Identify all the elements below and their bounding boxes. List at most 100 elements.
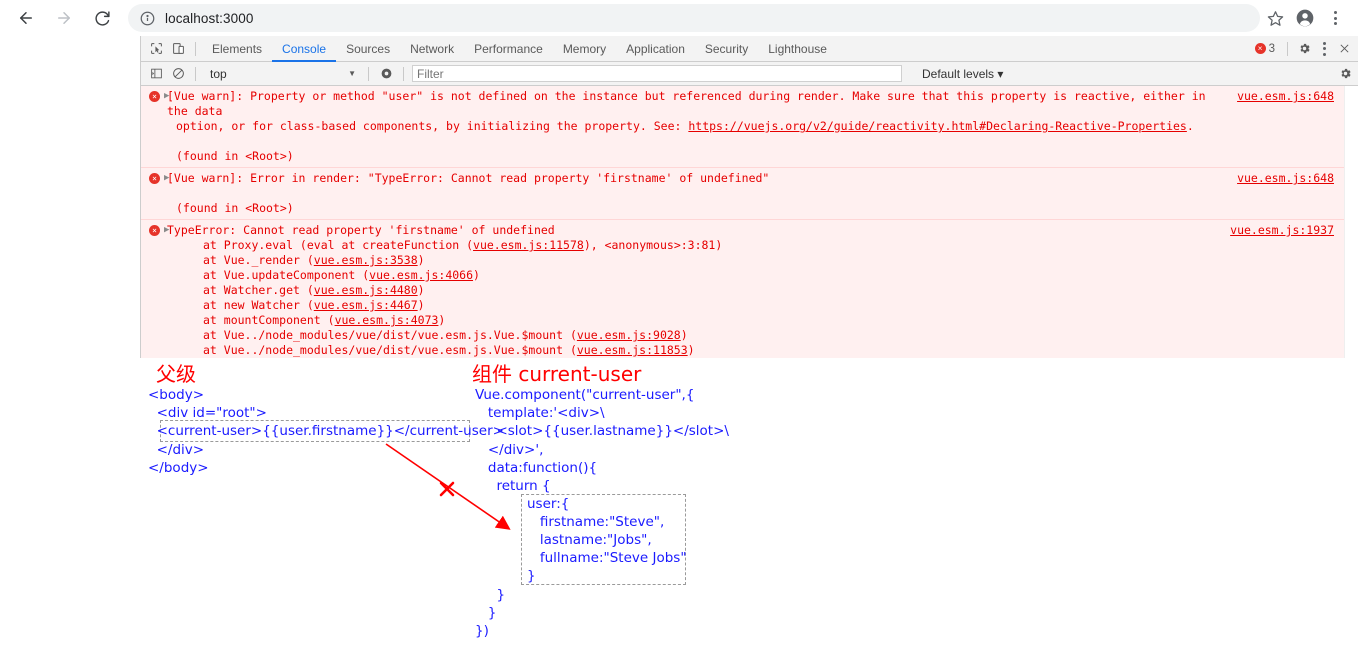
stack-frame-text: at Vue../node_modules/vue/dist/vue.esm.j… (203, 343, 577, 357)
console-filter-bar: top ▼ Default levels ▾ (141, 62, 1358, 86)
log-levels-dropdown[interactable]: Default levels ▾ (922, 67, 1003, 81)
annotation-diagram: 父级 <body> <div id="root"> <current-user>… (0, 358, 1358, 663)
tab-network[interactable]: Network (400, 36, 464, 62)
stack-source-link[interactable]: vue.esm.js:11853 (577, 343, 688, 357)
console-message-line: (found in <Root>) (176, 201, 294, 215)
browser-actions (1260, 3, 1358, 33)
error-icon: × (149, 225, 160, 236)
devtools-tabbar: Elements Console Sources Network Perform… (141, 36, 1358, 62)
stack-frame: at Vue._render (vue.esm.js:3538) (167, 253, 1358, 268)
stack-frame-text: at mountComponent ( (203, 313, 335, 327)
stack-frame-text: at Proxy.eval (eval at createFunction ( (203, 238, 474, 252)
stack-source-link[interactable]: vue.esm.js:4467 (314, 298, 418, 312)
star-icon[interactable] (1260, 3, 1290, 33)
divider (1287, 41, 1288, 56)
stack-source-link[interactable]: vue.esm.js:9028 (577, 328, 681, 342)
live-expression-icon[interactable] (375, 64, 397, 84)
screenshot-root: localhost:3000 Elements Console Sources … (0, 0, 1358, 663)
gear-icon[interactable] (1294, 39, 1314, 59)
stack-frame: at Vue../node_modules/vue/dist/vue.esm.j… (167, 328, 1358, 343)
stack-frame-text: ) (417, 298, 425, 312)
gear-icon[interactable] (1335, 64, 1355, 84)
stack-frame-text: ) (687, 343, 695, 357)
device-toolbar-icon[interactable] (167, 39, 189, 59)
clear-console-icon[interactable] (167, 64, 189, 84)
stack-frame: at Vue../node_modules/vue/dist/vue.esm.j… (167, 343, 1358, 358)
close-icon[interactable] (1334, 39, 1354, 59)
browser-toolbar: localhost:3000 (0, 0, 1358, 36)
kebab-menu-icon[interactable] (1320, 3, 1350, 33)
error-count-text: 3 (1268, 42, 1275, 55)
tab-memory[interactable]: Memory (553, 36, 616, 62)
console-scrollbar[interactable] (1344, 86, 1358, 358)
console-message[interactable]: × ▶ TypeError: Cannot read property 'fir… (141, 220, 1358, 358)
account-avatar-icon[interactable] (1290, 3, 1320, 33)
error-icon: × (1254, 43, 1266, 54)
console-message-line: option, or for class-based components, b… (167, 119, 1358, 134)
stack-source-link[interactable]: vue.esm.js:4073 (335, 313, 439, 327)
expand-arrow-icon[interactable]: ▶ (164, 171, 169, 186)
console-message-line: [Vue warn]: Property or method "user" is… (167, 89, 1213, 118)
tab-lighthouse[interactable]: Lighthouse (758, 36, 837, 62)
console-message-line: TypeError: Cannot read property 'firstna… (167, 223, 555, 237)
divider (403, 66, 404, 81)
source-link[interactable]: vue.esm.js:648 (1237, 171, 1334, 186)
console-message-line: (found in <Root>) (176, 149, 294, 163)
console-context-select[interactable]: top ▼ (202, 65, 362, 83)
reload-icon[interactable] (86, 2, 118, 34)
console-message-list[interactable]: × ▶ [Vue warn]: Property or method "user… (141, 86, 1358, 358)
source-link[interactable]: vue.esm.js:1937 (1230, 223, 1334, 238)
tab-performance[interactable]: Performance (464, 36, 553, 62)
stack-frame: at Proxy.eval (eval at createFunction (v… (167, 238, 1358, 253)
stack-frame: at new Watcher (vue.esm.js:4467) (167, 298, 1358, 313)
devtools-panel: Elements Console Sources Network Perform… (140, 36, 1358, 358)
error-count-badge[interactable]: × 3 (1254, 42, 1281, 55)
kebab-menu-icon[interactable] (1314, 39, 1334, 59)
stack-frame: at Watcher.get (vue.esm.js:4480) (167, 283, 1358, 298)
error-flow-arrow (385, 443, 511, 530)
tab-sources[interactable]: Sources (336, 36, 400, 62)
tab-application[interactable]: Application (616, 36, 695, 62)
tab-security[interactable]: Security (695, 36, 758, 62)
inspect-element-icon[interactable] (145, 39, 167, 59)
source-link[interactable]: vue.esm.js:648 (1237, 89, 1334, 104)
address-bar[interactable]: localhost:3000 (128, 4, 1260, 32)
tab-console[interactable]: Console (272, 36, 336, 62)
info-circle-icon[interactable] (140, 11, 155, 26)
annotation-arrow-layer (385, 443, 511, 530)
divider (195, 41, 196, 56)
vuejs-docs-link[interactable]: https://vuejs.org/v2/guide/reactivity.ht… (688, 119, 1187, 133)
stack-frame-text: at Watcher.get ( (203, 283, 314, 297)
stack-frame-text: at Vue../node_modules/vue/dist/vue.esm.j… (203, 328, 577, 342)
stack-frame-text: at new Watcher ( (203, 298, 314, 312)
forward-icon[interactable] (48, 2, 80, 34)
console-sidebar-icon[interactable] (145, 64, 167, 84)
error-icon: × (149, 91, 160, 102)
stack-source-link[interactable]: vue.esm.js:4480 (314, 283, 418, 297)
expand-arrow-icon[interactable]: ▶ (164, 89, 169, 104)
stack-frame-text: ), <anonymous>:3:81) (583, 238, 723, 252)
chevron-down-icon: ▼ (348, 69, 356, 78)
stack-frame: at Vue.updateComponent (vue.esm.js:4066) (167, 268, 1358, 283)
expand-arrow-icon[interactable]: ▶ (164, 223, 169, 238)
stack-source-link[interactable]: vue.esm.js:3538 (314, 253, 418, 267)
console-settings-group (1335, 64, 1358, 84)
stack-frame-text: ) (473, 268, 480, 282)
console-message[interactable]: × ▶ [Vue warn]: Error in render: "TypeEr… (141, 168, 1358, 220)
devtools-tabbar-actions: × 3 (1254, 39, 1358, 59)
stack-frame-text: at Vue._render ( (203, 253, 314, 267)
stack-frame-text: ) (417, 253, 425, 267)
tab-elements[interactable]: Elements (202, 36, 272, 62)
url-text: localhost:3000 (165, 10, 254, 26)
console-message-line: [Vue warn]: Error in render: "TypeError:… (167, 171, 770, 185)
stack-source-link[interactable]: vue.esm.js:11578 (473, 238, 584, 252)
stack-source-link[interactable]: vue.esm.js:4066 (369, 268, 473, 282)
divider (195, 66, 196, 81)
message-text-pre: option, or for class-based components, b… (176, 119, 689, 133)
filter-input[interactable] (412, 65, 902, 82)
console-message[interactable]: × ▶ [Vue warn]: Property or method "user… (141, 86, 1358, 168)
back-icon[interactable] (10, 2, 42, 34)
stack-frame: at mountComponent (vue.esm.js:4073) (167, 313, 1358, 328)
